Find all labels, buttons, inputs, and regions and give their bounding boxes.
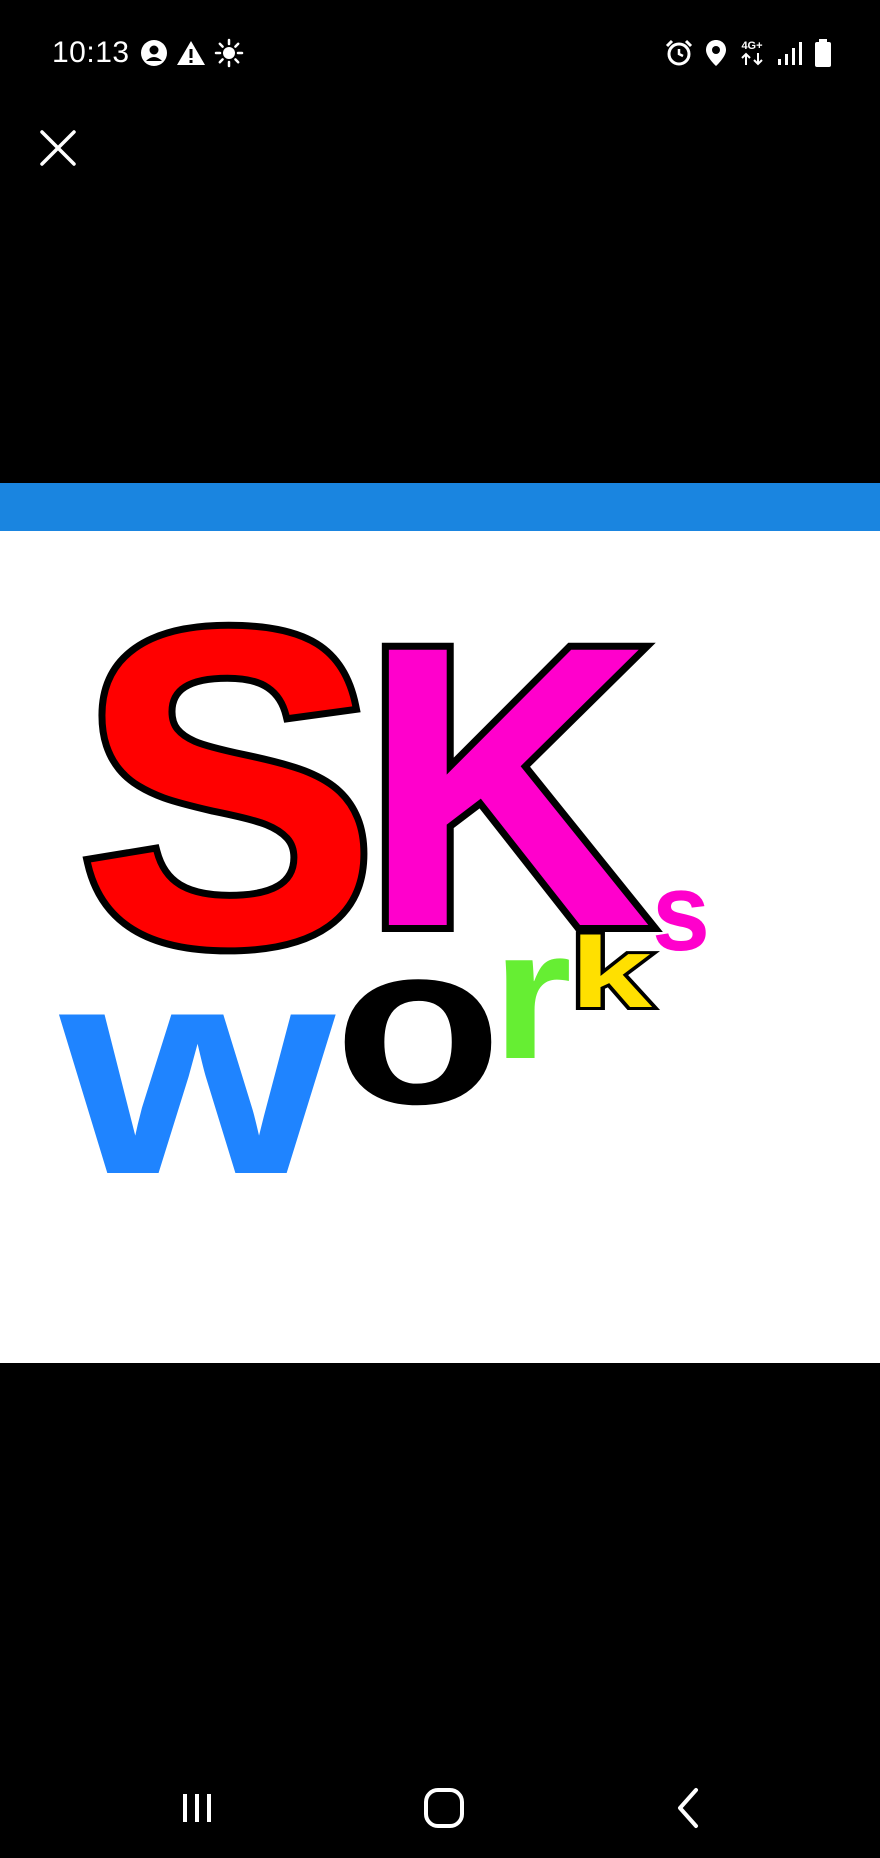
network-icon: 4G+ xyxy=(738,39,766,71)
logo-letter-s-small: s xyxy=(652,851,710,974)
close-button[interactable] xyxy=(36,126,80,170)
recents-button[interactable] xyxy=(167,1778,227,1838)
status-time: 10:13 xyxy=(52,36,130,69)
close-icon xyxy=(40,130,76,166)
alarm-icon xyxy=(664,38,694,73)
warning-icon xyxy=(176,39,206,72)
image-viewer[interactable]: S K w o r k s xyxy=(0,483,880,1363)
navigation-bar xyxy=(0,1750,880,1858)
logo-letter-r: r xyxy=(492,892,572,1098)
recents-icon xyxy=(183,1794,211,1822)
back-icon xyxy=(678,1788,698,1828)
logo-letter-w: w xyxy=(54,901,336,1237)
sk-works-logo: S K w o r k s xyxy=(54,530,710,1237)
brightness-icon xyxy=(214,38,244,73)
back-button[interactable] xyxy=(660,1778,720,1838)
status-left-icons xyxy=(140,38,244,73)
location-icon xyxy=(704,38,728,73)
network-label: 4G+ xyxy=(741,39,763,52)
status-right-icons: 4G+ xyxy=(664,38,832,73)
status-bar: 10:13 4G+ xyxy=(0,0,880,110)
signal-icon xyxy=(776,39,804,72)
battery-icon xyxy=(814,38,832,73)
home-button[interactable] xyxy=(414,1778,474,1838)
logo-letter-k-small: k xyxy=(570,917,653,1029)
logo-letter-o: o xyxy=(334,895,502,1152)
home-icon xyxy=(424,1788,464,1828)
account-icon xyxy=(140,39,168,72)
